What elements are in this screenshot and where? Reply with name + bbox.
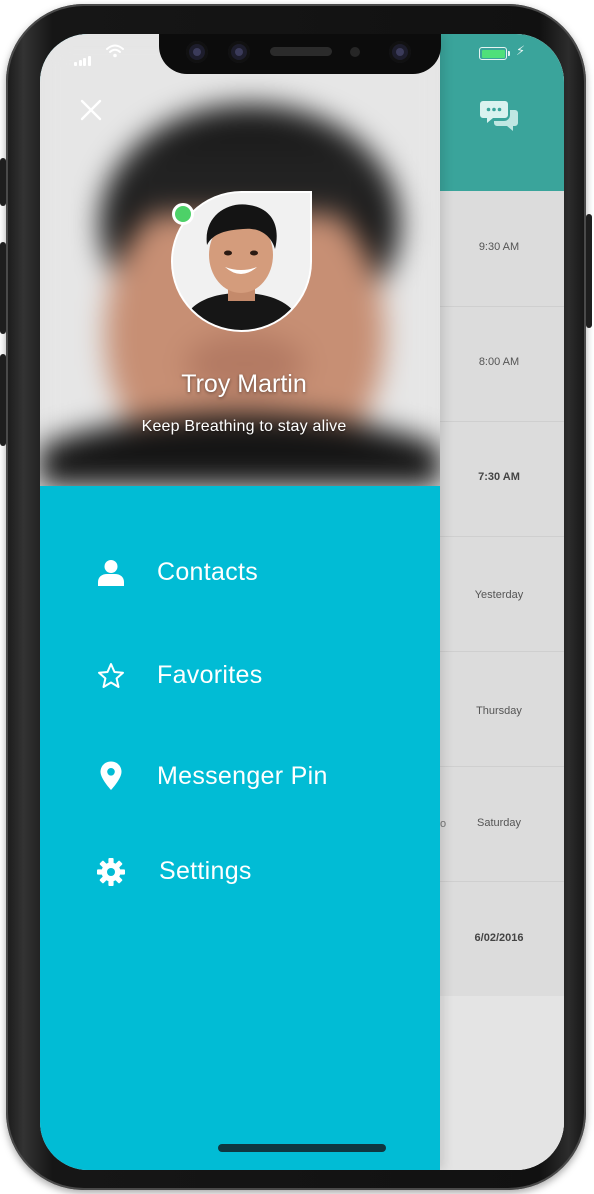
earpiece-speaker [270, 47, 332, 56]
chat-list-header: ⚡︎ [440, 34, 564, 191]
signal-icon [74, 48, 92, 66]
menu-item-favorites[interactable]: Favorites [40, 647, 440, 707]
chat-row[interactable]: 7:30 AM [440, 421, 564, 537]
chat-row[interactable]: 6/02/2016 [440, 881, 564, 997]
menu-item-settings[interactable]: Settings [40, 843, 440, 903]
chat-row[interactable]: 9:30 AM [440, 191, 564, 307]
proximity-sensor [350, 47, 360, 57]
menu-item-label: Messenger Pin [157, 762, 328, 790]
front-camera [186, 41, 208, 63]
home-indicator[interactable] [218, 1144, 386, 1152]
volume-down-button [0, 354, 6, 446]
person-icon [98, 560, 124, 586]
chat-row[interactable]: 8:00 AM [440, 306, 564, 422]
front-camera [228, 41, 250, 63]
chat-row[interactable]: Yesterday [440, 536, 564, 652]
phone-frame: ⚡︎ 9:30 AM 8:00 AM 7:30 AM Yesterday Thu… [0, 4, 592, 1190]
profile-name[interactable]: Troy Martin [40, 370, 440, 399]
gear-icon [97, 858, 125, 886]
star-icon [98, 663, 124, 688]
menu-item-label: Favorites [157, 661, 263, 689]
chat-time: 6/02/2016 [474, 932, 524, 944]
chat-time: 9:30 AM [478, 241, 520, 253]
chat-bubbles-icon[interactable] [480, 97, 520, 133]
volume-up-button [0, 242, 6, 334]
background-chat-list: ⚡︎ 9:30 AM 8:00 AM 7:30 AM Yesterday Thu… [440, 34, 564, 1170]
chat-time: 7:30 AM [478, 471, 520, 483]
chat-list-empty-area [440, 996, 564, 1170]
charging-bolt-icon: ⚡︎ [516, 43, 526, 58]
front-camera [389, 41, 411, 63]
mute-switch [0, 158, 6, 206]
close-icon[interactable] [78, 97, 104, 123]
online-status-indicator [172, 203, 194, 225]
chat-time: Thursday [476, 705, 522, 717]
menu-item-label: Contacts [157, 558, 259, 586]
profile-status-message[interactable]: Keep Breathing to stay alive [40, 418, 440, 436]
menu-item-label: Settings [159, 857, 252, 885]
chat-row[interactable]: Thursday [440, 651, 564, 767]
chat-row[interactable]: o Saturday [440, 766, 564, 882]
battery-charging-icon [479, 47, 510, 60]
menu-item-messenger-pin[interactable]: Messenger Pin [40, 748, 440, 808]
chat-time: Yesterday [474, 589, 524, 601]
chat-time: 8:00 AM [478, 356, 520, 368]
location-pin-icon [100, 761, 122, 790]
power-button [586, 214, 592, 328]
wifi-icon [106, 44, 124, 58]
chat-time: Saturday [476, 817, 522, 829]
navigation-drawer: Troy Martin Keep Breathing to stay alive… [40, 34, 440, 1170]
screen: ⚡︎ 9:30 AM 8:00 AM 7:30 AM Yesterday Thu… [40, 34, 564, 1170]
menu-item-contacts[interactable]: Contacts [40, 544, 440, 604]
profile-header: Troy Martin Keep Breathing to stay alive [40, 34, 440, 486]
device-notch [159, 34, 441, 74]
